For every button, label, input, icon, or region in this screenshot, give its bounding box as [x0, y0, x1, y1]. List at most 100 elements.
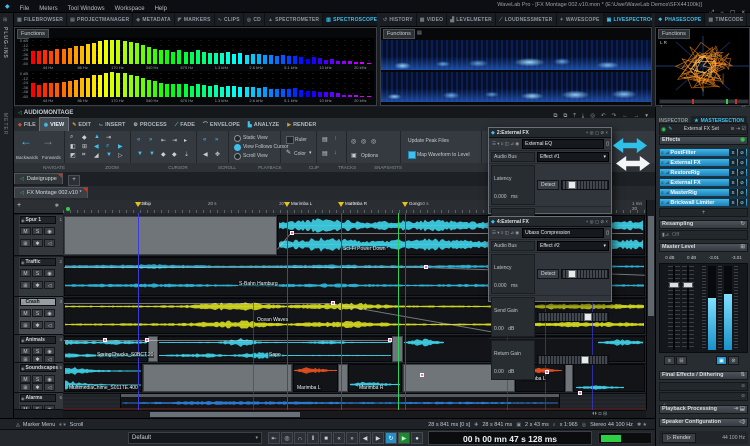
track-monitor-button[interactable]: ◉: [44, 347, 55, 355]
marker-flag-ship[interactable]: [135, 202, 141, 207]
detect-button[interactable]: Detect: [537, 269, 559, 279]
tool-icon[interactable]: ◎: [351, 138, 356, 145]
meter-dock-tab[interactable]: METER: [2, 113, 8, 136]
map-waveform-label[interactable]: Map Waveform to Level: [417, 152, 470, 158]
tab-spectrometer[interactable]: ▲SPECTROMETER: [265, 13, 323, 26]
tool-icon[interactable]: ▼: [149, 151, 155, 157]
tool-icon[interactable]: ◀: [203, 151, 208, 158]
tab-phasescope[interactable]: ❖PHASESCOPE: [655, 13, 705, 26]
marker-flag-marimba-r[interactable]: [338, 202, 344, 207]
fader-link-button[interactable]: ▣: [716, 356, 727, 365]
tool-icon[interactable]: ◆: [161, 151, 166, 158]
track-fx-button[interactable]: ⊞: [20, 281, 31, 289]
ribbon-tab-analyze[interactable]: ▙ANALYZE: [244, 118, 283, 131]
track-solo-button[interactable]: S: [32, 347, 43, 355]
mute-button[interactable]: ⊘: [738, 169, 746, 176]
map-waveform-checkbox[interactable]: [408, 151, 416, 159]
track-name-box[interactable]: ◉Traffic: [20, 258, 56, 266]
effects-section-header[interactable]: Effects◉: [659, 136, 748, 145]
track-header-spur-1[interactable]: ◉Spur 11MS◉⊞✱◁: [14, 215, 63, 256]
ribbon-tab-file[interactable]: ◆FILE: [14, 118, 40, 131]
backwards-label[interactable]: Backwards: [16, 155, 38, 160]
clip-empty-region[interactable]: [64, 216, 277, 255]
external-fx-window-2[interactable]: ◆ 4:External FX + ◎ ▢ ⊘ × ☰ ▾ ≡ ◫ ⊿ ◉ Ub…: [488, 216, 612, 302]
send-gain-value[interactable]: 0.00: [494, 326, 504, 332]
tool-icon[interactable]: ⇣: [184, 151, 189, 158]
track-routing-button[interactable]: ◁: [44, 239, 55, 247]
navigate-forwards-icon[interactable]: →: [42, 134, 54, 148]
track-fx-button[interactable]: ⊞: [20, 321, 31, 329]
resampling-slot[interactable]: ▮⊿ Off: [659, 230, 748, 240]
menu-file[interactable]: File: [15, 6, 35, 12]
tool-icon[interactable]: ▷: [118, 152, 123, 159]
tool-icon[interactable]: ▣: [351, 152, 357, 159]
effect-slot-postfilter[interactable]: ≡⊿PostFilterS⊘: [659, 148, 748, 157]
tab-levelmeter[interactable]: ▟LEVELMETER: [447, 13, 496, 26]
menu-meters[interactable]: Meters: [34, 6, 62, 12]
fader-unlink-button[interactable]: ⊘: [728, 356, 739, 365]
ribbon-tab-fade[interactable]: ⟋FADE: [171, 118, 199, 131]
tab-clips[interactable]: ∿CLIPS: [215, 13, 244, 26]
tool-icon[interactable]: ⊞: [82, 143, 87, 150]
track-header-crash[interactable]: ◉Crash3MS◉⊞✱◁: [14, 297, 63, 335]
track-name-box[interactable]: ◉Soundscapes: [20, 364, 56, 372]
transport-play[interactable]: ▶: [398, 432, 410, 444]
track-solo-button[interactable]: S: [32, 405, 43, 410]
tool-icon[interactable]: ⌕: [70, 134, 73, 141]
tool-icon[interactable]: ▲: [94, 134, 100, 140]
tool-icon[interactable]: ▤: [322, 136, 328, 143]
tool-icon[interactable]: »: [215, 137, 218, 143]
tool-icon[interactable]: ◎: [361, 138, 366, 145]
track-name-box[interactable]: ◉Animals: [20, 336, 56, 344]
tab-loudnessmeter[interactable]: ⟋LOUDNESSMETER: [496, 13, 557, 26]
fx-window-buttons[interactable]: + ◎ ▢ ⊘ ×: [585, 130, 609, 136]
render-button[interactable]: ▷ Render: [662, 433, 696, 443]
transport-prev-marker[interactable]: ◀: [359, 432, 371, 444]
snapshot-options-label[interactable]: Options: [361, 153, 378, 159]
effect-slot-restorerig[interactable]: ≡⊿RestoreRigS⊘: [659, 168, 748, 177]
track-fx-button[interactable]: ⊞: [20, 383, 31, 391]
effects-visible-icon[interactable]: ◉: [740, 137, 745, 143]
navigate-backwards-icon[interactable]: ←: [20, 134, 32, 148]
track-mute-button[interactable]: M: [20, 309, 31, 317]
bypass-monitor-icon[interactable]: ◉: [661, 126, 666, 133]
option-static-view[interactable]: Static View: [243, 135, 268, 141]
ribbon-tab-view[interactable]: ◉VIEW: [40, 118, 68, 131]
track-monitor-button[interactable]: ◉: [44, 269, 55, 277]
tab-cd[interactable]: ◎CD: [244, 13, 265, 26]
menu-help[interactable]: Help: [150, 6, 172, 12]
montage-hscrollbar[interactable]: [63, 411, 646, 418]
tab-video[interactable]: ▦VIDEO: [417, 13, 448, 26]
effect-slot-external-fx[interactable]: ≡⊿External FXS⊘: [659, 158, 748, 167]
transport-preset-select[interactable]: Default ▾: [128, 432, 262, 444]
color-pencil-icon[interactable]: ✎: [286, 149, 291, 156]
track-mute-button[interactable]: M: [20, 375, 31, 383]
menu-tool-windows[interactable]: Tool Windows: [63, 6, 110, 12]
fx-toolbar-icons[interactable]: ☰ ▾ ≡ ◫ ⊿ ◉: [491, 141, 520, 147]
transport-next-region[interactable]: »: [346, 432, 358, 444]
track-routing-button[interactable]: ◁: [44, 281, 55, 289]
ribbon-tab-insert[interactable]: ⌙INSERT: [95, 118, 129, 131]
audio-bus-select[interactable]: Effect #1▾: [537, 152, 609, 162]
add-effect-button[interactable]: +: [659, 208, 748, 217]
hscrollbar-thumb[interactable]: [150, 412, 300, 417]
tool-icon[interactable]: ◀: [94, 143, 99, 150]
tab-history[interactable]: ↺HISTORY: [380, 13, 417, 26]
track-fx-button[interactable]: ⊞: [20, 239, 31, 247]
edit-pen-icon[interactable]: ✎: [668, 126, 672, 132]
ruler-checkbox[interactable]: [286, 136, 294, 144]
track-automation-button[interactable]: ✱: [32, 355, 43, 363]
solo-button[interactable]: S: [729, 179, 737, 186]
latency-slider[interactable]: [561, 269, 609, 279]
tool-icon[interactable]: ◩: [70, 152, 76, 159]
option-view-follows-cursor[interactable]: View Follows Cursor: [243, 144, 288, 150]
add-filegroup-button[interactable]: +: [68, 175, 80, 186]
filegroup-tab[interactable]: ◁ Dateigruppe: [14, 173, 63, 184]
effect-slot-external-fx[interactable]: ≡⊿External FXS⊘: [659, 178, 748, 187]
track-monitor-button[interactable]: ◉: [44, 405, 55, 410]
track-automation-button[interactable]: ✱: [32, 321, 43, 329]
spectrogram-menu-icon[interactable]: ▤: [417, 30, 422, 36]
track-header-animals[interactable]: ◉Animals4MS◉⊞✱◁: [14, 335, 63, 363]
meter-mode-button[interactable]: ⊟: [676, 356, 687, 365]
tab-timecode[interactable]: ▦TIMECODE: [705, 13, 747, 26]
